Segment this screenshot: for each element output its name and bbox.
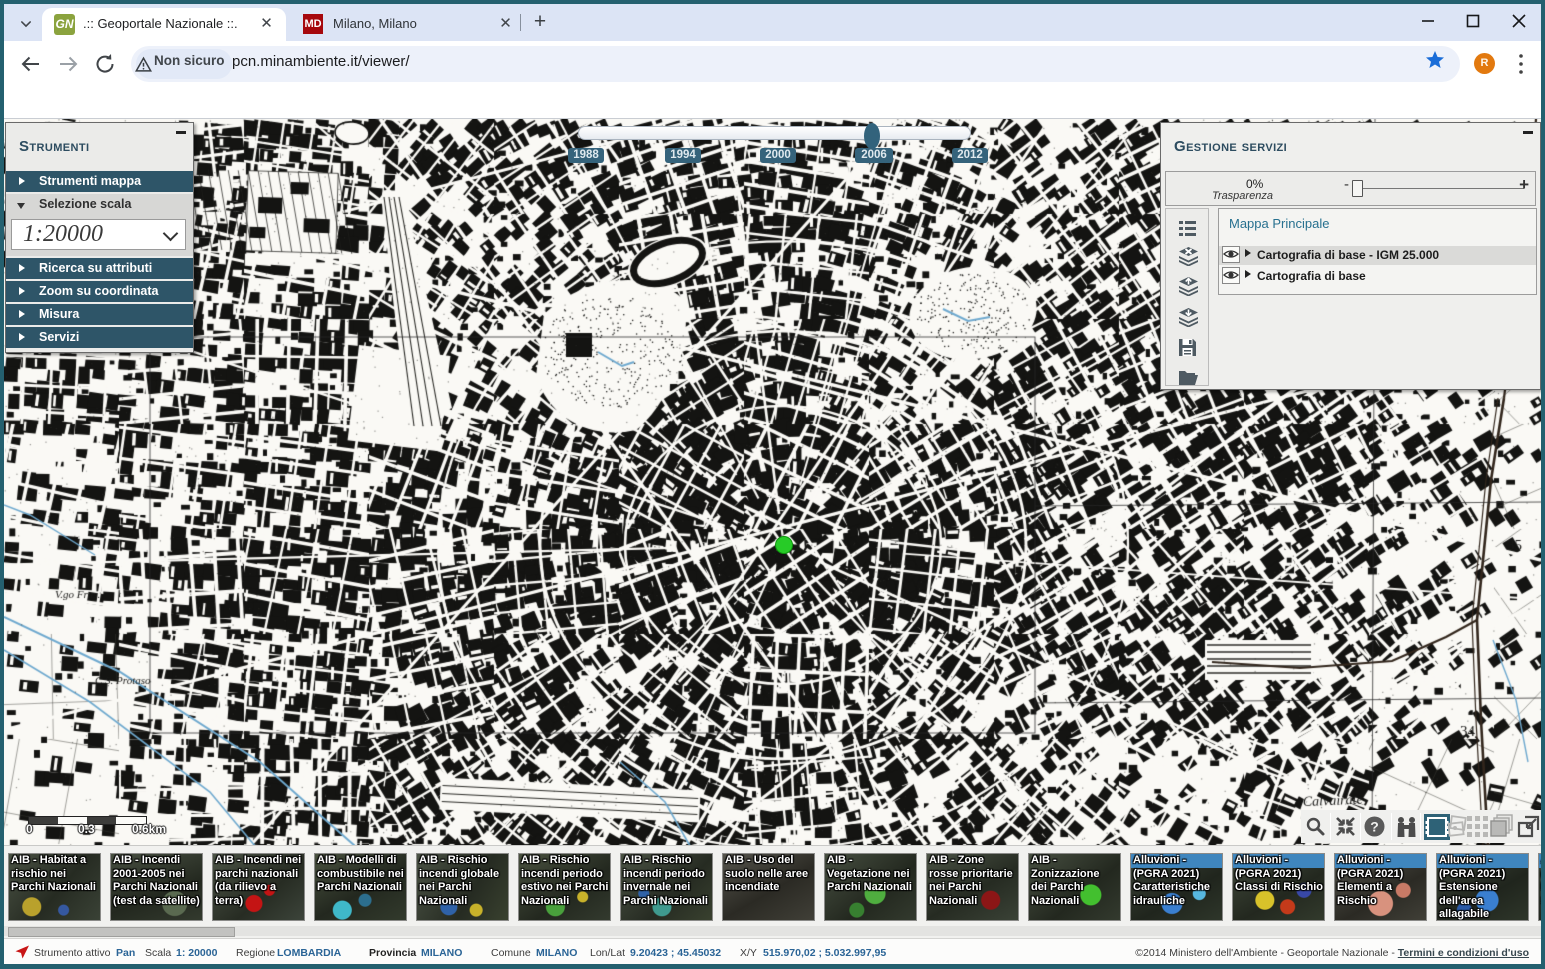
svg-text:?: ? bbox=[1370, 819, 1379, 835]
